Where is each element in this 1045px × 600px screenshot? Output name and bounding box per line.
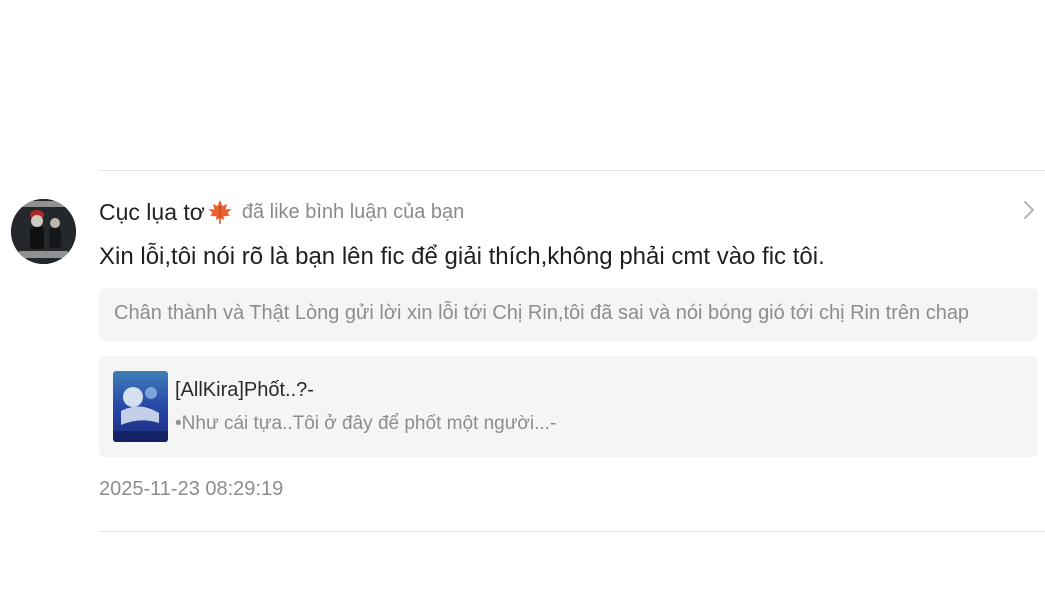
avatar[interactable] bbox=[11, 199, 76, 264]
username-text: Cục lụa tơ bbox=[99, 198, 205, 225]
chevron-right-icon[interactable] bbox=[1019, 199, 1039, 221]
avatar-image bbox=[11, 199, 76, 264]
notifications-page: Cục lụa tơ đã like bình luận của bạn Xin… bbox=[0, 0, 1045, 600]
divider-bottom bbox=[99, 531, 1045, 532]
comment-text: Xin lỗi,tôi nói rõ là bạn lên fic để giả… bbox=[99, 243, 825, 270]
divider-top bbox=[99, 170, 1045, 171]
quoted-comment-box[interactable]: Chân thành và Thật Lòng gửi lời xin lỗi … bbox=[99, 288, 1038, 341]
username[interactable]: Cục lụa tơ bbox=[99, 198, 234, 226]
story-title: [AllKira]Phốt..?- bbox=[175, 379, 314, 401]
notification-header: Cục lụa tơ đã like bình luận của bạn bbox=[99, 195, 464, 229]
notification-action: đã like bình luận của bạn bbox=[241, 200, 465, 223]
maple-leaf-icon bbox=[206, 198, 234, 226]
story-card[interactable]: [AllKira]Phốt..?- •Như cái tựa..Tôi ở đâ… bbox=[99, 356, 1038, 457]
timestamp: 2025-11-23 08:29:19 bbox=[99, 478, 284, 500]
story-cover bbox=[113, 371, 168, 442]
story-description: •Như cái tựa..Tôi ở đây để phốt một ngườ… bbox=[175, 413, 557, 434]
quoted-comment-text: Chân thành và Thật Lòng gửi lời xin lỗi … bbox=[114, 302, 970, 324]
